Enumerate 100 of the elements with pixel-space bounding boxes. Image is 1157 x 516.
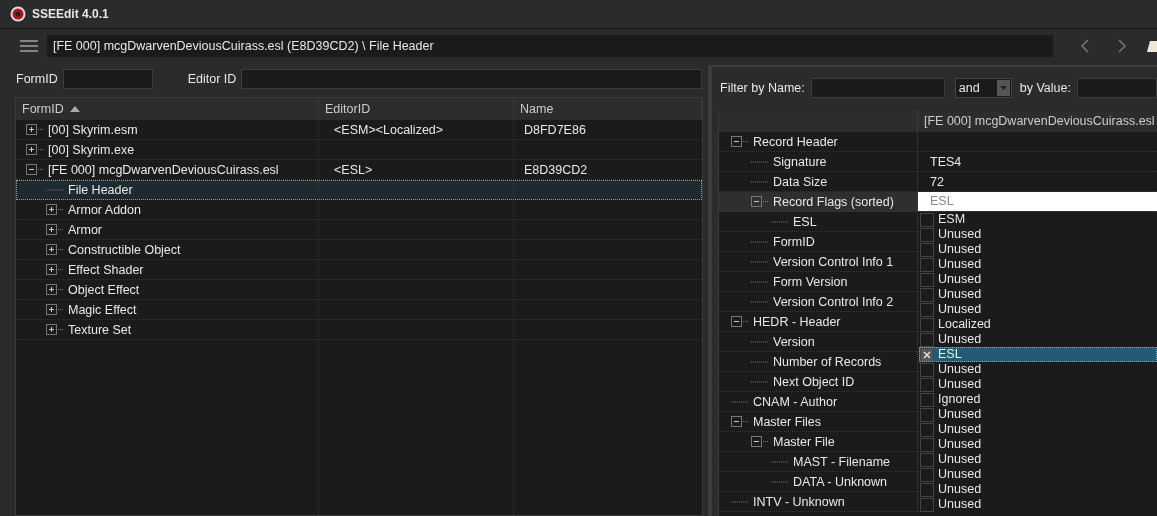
record-name[interactable]: Armor (68, 222, 103, 237)
checkbox[interactable] (920, 287, 934, 302)
checkbox[interactable] (920, 482, 934, 497)
menu-icon[interactable] (20, 40, 38, 52)
checkbox[interactable] (920, 242, 934, 257)
collapse-icon[interactable] (751, 196, 769, 207)
field-name[interactable]: FormID (773, 234, 815, 249)
flag-option[interactable]: Unused (919, 287, 1157, 302)
field-name[interactable]: ESL (793, 214, 817, 229)
checkbox[interactable] (920, 212, 934, 227)
collapse-icon[interactable] (731, 316, 749, 327)
record-name[interactable]: Armor Addon (68, 202, 141, 217)
collapse-icon[interactable] (751, 436, 769, 447)
expand-icon[interactable] (26, 144, 44, 155)
checkbox[interactable] (920, 452, 934, 467)
selected-row[interactable]: File Header (16, 180, 702, 200)
field-name[interactable]: Signature (773, 154, 827, 169)
flag-option[interactable]: Unused (919, 332, 1157, 347)
checkbox[interactable] (920, 437, 934, 452)
field-name[interactable]: INTV - Unknown (753, 494, 845, 509)
flag-option[interactable]: Unused (919, 272, 1157, 287)
field-name[interactable]: MAST - Filename (793, 454, 890, 469)
record-name[interactable]: [FE 000] mcgDwarvenDeviousCuirass.esl (48, 162, 279, 177)
column-header[interactable]: Name (514, 98, 702, 120)
flag-option[interactable]: Unused (919, 377, 1157, 392)
flag-option[interactable]: ESM (919, 212, 1157, 227)
operator-dropdown[interactable]: and (954, 78, 1012, 98)
flag-option[interactable]: Unused (919, 407, 1157, 422)
field-name[interactable]: Data Size (773, 174, 828, 189)
checkbox[interactable] (920, 422, 934, 437)
field-name[interactable]: Record Flags (sorted) (773, 194, 894, 209)
flag-option[interactable]: Unused (919, 497, 1157, 512)
field-name[interactable]: DATA - Unknown (793, 474, 887, 489)
checkbox[interactable] (920, 332, 934, 347)
field-name[interactable]: Version (773, 334, 815, 349)
record-name[interactable]: Constructible Object (68, 242, 181, 257)
flag-option[interactable]: Unused (919, 242, 1157, 257)
back-icon[interactable] (1080, 38, 1091, 54)
flag-option[interactable]: Unused (919, 452, 1157, 467)
checkbox[interactable] (920, 407, 934, 422)
flags-edit-field[interactable]: ESL (918, 192, 1157, 211)
expand-icon[interactable] (46, 324, 64, 335)
flag-option[interactable]: Unused (919, 257, 1157, 272)
collapse-icon[interactable] (26, 164, 44, 175)
checkbox[interactable] (920, 257, 934, 272)
field-name[interactable]: HEDR - Header (753, 314, 841, 329)
field-name[interactable]: Master Files (753, 414, 822, 429)
flag-option[interactable]: Unused (919, 227, 1157, 242)
expand-icon[interactable] (46, 264, 64, 275)
record-name[interactable]: Texture Set (68, 322, 132, 337)
checkbox[interactable] (920, 362, 934, 377)
formid-field[interactable] (62, 69, 153, 89)
field-name[interactable]: CNAM - Author (753, 394, 838, 409)
editor-id-field[interactable] (241, 69, 702, 89)
expand-icon[interactable] (46, 304, 64, 315)
checkbox[interactable] (920, 347, 934, 362)
checkbox[interactable] (920, 302, 934, 317)
record-name[interactable]: [00] Skyrim.exe (48, 142, 135, 157)
expand-icon[interactable] (46, 284, 64, 295)
column-header[interactable]: EditorID (319, 98, 514, 120)
forward-icon[interactable] (1117, 38, 1128, 54)
path-field[interactable]: [FE 000] mcgDwarvenDeviousCuirass.esl (E8D39CD2) \ File Header (46, 35, 1054, 57)
collapse-icon[interactable] (731, 136, 749, 147)
filter-name-field[interactable] (810, 78, 945, 98)
checkbox[interactable] (920, 317, 934, 332)
flag-option[interactable]: Unused (919, 467, 1157, 482)
field-name[interactable]: Next Object ID (773, 374, 855, 389)
checkbox[interactable] (920, 377, 934, 392)
flag-option[interactable]: Unused (919, 362, 1157, 377)
checkbox[interactable] (920, 272, 934, 287)
flag-option[interactable]: Localized (919, 317, 1157, 332)
selected-row[interactable]: Record Flags (sorted) ESL (719, 192, 1157, 212)
expand-icon[interactable] (46, 204, 64, 215)
flag-option[interactable]: ESL (919, 347, 1157, 362)
checkbox[interactable] (920, 392, 934, 407)
field-name[interactable]: Version Control Info 2 (773, 294, 894, 309)
expand-icon[interactable] (26, 124, 44, 135)
expand-icon[interactable] (46, 244, 64, 255)
record-name[interactable]: Effect Shader (68, 262, 144, 277)
collapse-icon[interactable] (731, 416, 749, 427)
checkbox[interactable] (920, 227, 934, 242)
field-name[interactable]: Master File (773, 434, 835, 449)
checkbox[interactable] (920, 467, 934, 482)
record-name[interactable]: File Header (68, 182, 133, 197)
flag-option[interactable]: Unused (919, 422, 1157, 437)
column-header[interactable]: FormID (16, 98, 319, 120)
field-name[interactable]: Number of Records (773, 354, 882, 369)
filter-value-field[interactable] (1076, 78, 1157, 98)
record-name[interactable]: [00] Skyrim.esm (48, 122, 138, 137)
flag-option[interactable]: Ignored (919, 392, 1157, 407)
flag-option[interactable]: Unused (919, 437, 1157, 452)
field-name[interactable]: Record Header (753, 134, 838, 149)
checkbox[interactable] (920, 497, 934, 512)
flag-option[interactable]: Unused (919, 482, 1157, 497)
expand-icon[interactable] (46, 224, 64, 235)
record-name[interactable]: Object Effect (68, 282, 140, 297)
page-icon[interactable] (1147, 38, 1157, 54)
record-name[interactable]: Magic Effect (68, 302, 137, 317)
field-name[interactable]: Form Version (773, 274, 848, 289)
field-name[interactable]: Version Control Info 1 (773, 254, 894, 269)
